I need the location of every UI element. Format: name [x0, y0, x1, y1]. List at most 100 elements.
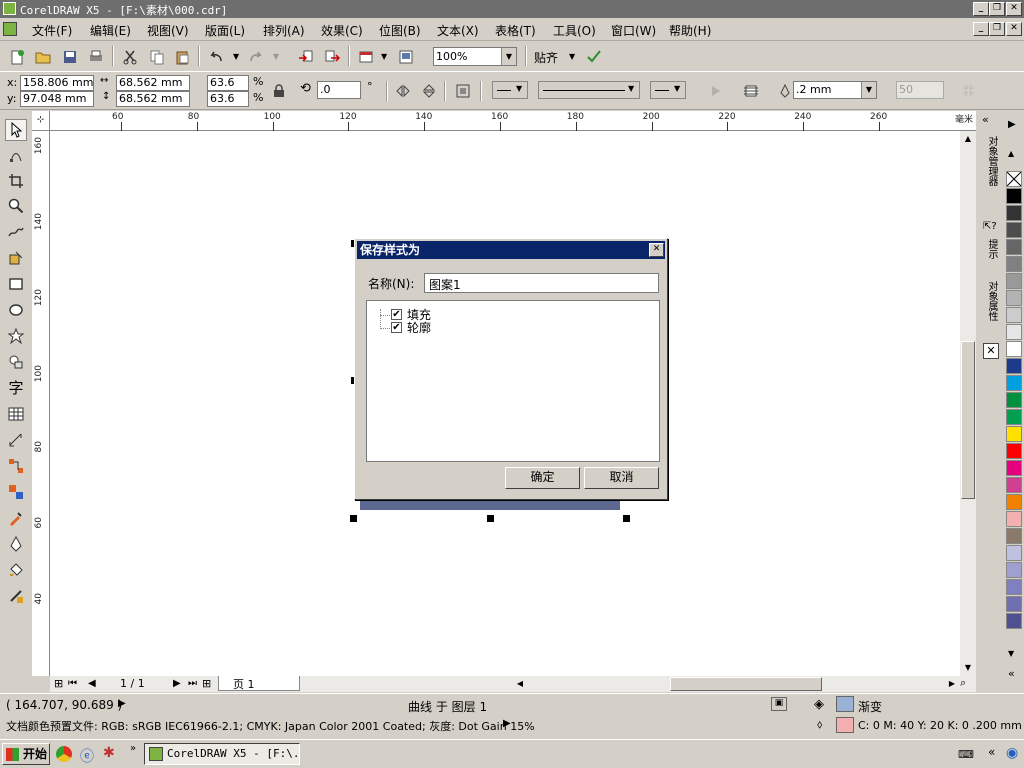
ruler-origin-icon[interactable]: ⊹ — [32, 111, 50, 131]
polygon-tool-icon[interactable] — [5, 325, 27, 347]
color-swatch[interactable] — [1006, 511, 1022, 527]
vertical-scrollbar[interactable]: ▲ ▼ — [960, 131, 976, 676]
application-launcher-icon[interactable] — [355, 46, 377, 68]
profile-expand-icon[interactable]: ▶ — [503, 718, 511, 729]
undo-icon[interactable] — [205, 46, 227, 68]
coreldraw-app-icon[interactable] — [3, 2, 16, 15]
scroll-up-icon[interactable]: ▲ — [960, 131, 976, 147]
ok-button[interactable]: 确定 — [505, 467, 580, 489]
export-icon[interactable] — [321, 46, 343, 68]
scroll-left-icon[interactable]: ◀ — [512, 676, 528, 692]
restore-button[interactable]: ❐ — [989, 2, 1005, 16]
doc-restore-button[interactable]: ❐ — [989, 22, 1005, 36]
color-swatch[interactable] — [1006, 443, 1022, 459]
snap-to-menu[interactable]: 贴齐 — [534, 49, 558, 66]
color-swatch[interactable] — [1006, 545, 1022, 561]
add-page-icon[interactable]: ⊞ — [54, 677, 63, 690]
menu-tools[interactable]: 工具(O) — [553, 22, 596, 39]
selection-handle[interactable] — [623, 515, 630, 522]
palette-scroll-down-icon[interactable]: ▼ — [1008, 649, 1014, 658]
docker-close-icon[interactable]: ✕ — [983, 343, 999, 359]
options-icon[interactable] — [583, 46, 605, 68]
shape-tool-icon[interactable] — [5, 145, 27, 167]
basic-shapes-tool-icon[interactable] — [5, 351, 27, 373]
selection-handle[interactable] — [350, 515, 357, 522]
lock-ratio-icon[interactable] — [268, 80, 290, 102]
minimize-button[interactable]: _ — [973, 2, 989, 16]
taskbar-coreldraw-button[interactable]: CorelDRAW X5 - [F:\... — [144, 743, 300, 765]
network-tray-icon[interactable]: ◉ — [1006, 745, 1018, 761]
disabled-numeric-field[interactable]: 50 — [896, 81, 944, 99]
open-folder-icon[interactable] — [32, 46, 54, 68]
ie-quicklaunch-icon[interactable]: ⓔ — [80, 746, 94, 766]
docker-tab-hints[interactable]: 提示 — [985, 239, 997, 259]
mirror-horizontal-icon[interactable] — [392, 80, 414, 102]
color-swatch[interactable] — [1006, 188, 1022, 204]
copy-icon[interactable] — [146, 46, 168, 68]
add-page-after-icon[interactable]: ⊞ — [202, 677, 211, 690]
launcher-dropdown-icon[interactable]: ▼ — [381, 52, 387, 61]
horizontal-ruler[interactable]: 60 80 100 120 140 160 180 200 220 240 260 毫米 — [50, 111, 976, 131]
horizontal-scroll-thumb[interactable] — [670, 677, 822, 691]
app-quicklaunch-icon[interactable]: ✱ — [103, 745, 115, 761]
zoom-level-select[interactable]: 100% ▼ — [433, 47, 517, 66]
color-swatch[interactable] — [1006, 613, 1022, 629]
text-wrap-icon[interactable] — [705, 80, 727, 102]
navigator-icon[interactable]: ⌕ — [960, 676, 966, 690]
outline-width-select[interactable]: .2 mm ▼ — [793, 81, 877, 99]
color-swatch[interactable] — [1006, 409, 1022, 425]
vertical-ruler[interactable]: 160 140 120 100 80 60 40 — [32, 131, 50, 676]
outline-width-dropdown-icon[interactable]: ▼ — [861, 82, 876, 98]
style-name-input[interactable]: 图案1 — [424, 273, 659, 293]
doc-close-button[interactable]: ✕ — [1006, 22, 1022, 36]
color-swatch[interactable] — [1006, 324, 1022, 340]
color-swatch[interactable] — [1006, 562, 1022, 578]
selection-handle[interactable] — [487, 515, 494, 522]
table-tool-icon[interactable] — [5, 403, 27, 425]
redo-icon[interactable] — [245, 46, 267, 68]
object-width-field[interactable]: 68.562 mm — [116, 75, 190, 91]
status-expand-icon[interactable]: ▶ — [118, 698, 126, 709]
scroll-right-icon[interactable]: ▶ — [944, 676, 960, 692]
fill-tool-icon[interactable] — [5, 559, 27, 581]
no-color-swatch[interactable] — [1006, 171, 1022, 187]
cut-icon[interactable] — [119, 46, 141, 68]
color-swatch[interactable] — [1006, 477, 1022, 493]
docker-tab-object-manager[interactable]: 对象管理器 — [985, 136, 997, 186]
zoom-dropdown-icon[interactable]: ▼ — [501, 48, 516, 65]
close-button[interactable]: ✕ — [1006, 2, 1022, 16]
color-swatch[interactable] — [1006, 528, 1022, 544]
interactive-fill-tool-icon[interactable] — [5, 585, 27, 607]
palette-menu-icon[interactable]: ▶ — [1008, 119, 1016, 130]
color-swatch[interactable] — [1006, 392, 1022, 408]
rotation-angle-field[interactable]: .0 — [317, 81, 361, 99]
text-tool-icon[interactable]: 字 — [5, 376, 27, 398]
paste-icon[interactable] — [171, 46, 193, 68]
menu-help[interactable]: 帮助(H) — [669, 22, 711, 39]
scale-width-field[interactable]: 63.6 — [207, 75, 249, 91]
ellipse-tool-icon[interactable] — [5, 299, 27, 321]
palette-scroll-up-icon[interactable]: ▲ — [1008, 149, 1014, 158]
print-icon[interactable] — [85, 46, 107, 68]
line-style-select[interactable]: ▼ — [538, 81, 640, 99]
blend-tool-icon[interactable] — [5, 481, 27, 503]
undo-dropdown-icon[interactable]: ▼ — [233, 52, 239, 61]
document-icon[interactable] — [3, 22, 17, 36]
end-arrowhead-select[interactable]: ▼ — [650, 81, 686, 99]
eyedropper-tool-icon[interactable] — [5, 507, 27, 529]
page-tab[interactable]: 页 1 — [218, 676, 300, 691]
keyboard-tray-icon[interactable]: ⌨ — [958, 748, 974, 761]
next-page-icon[interactable]: ▶ — [173, 678, 181, 689]
wrap-paragraph-icon[interactable] — [740, 80, 762, 102]
color-swatch[interactable] — [1006, 205, 1022, 221]
start-button[interactable]: 开始 — [2, 743, 50, 765]
save-icon[interactable] — [59, 46, 81, 68]
scale-height-field[interactable]: 63.6 — [207, 91, 249, 107]
palette-expand-icon[interactable]: « — [1008, 667, 1015, 680]
color-swatch[interactable] — [1006, 460, 1022, 476]
outline-tool-icon[interactable] — [5, 533, 27, 555]
scroll-down-icon[interactable]: ▼ — [960, 660, 976, 676]
connector-tool-icon[interactable] — [5, 455, 27, 477]
vertical-scroll-thumb[interactable] — [961, 341, 975, 499]
color-swatch[interactable] — [1006, 494, 1022, 510]
